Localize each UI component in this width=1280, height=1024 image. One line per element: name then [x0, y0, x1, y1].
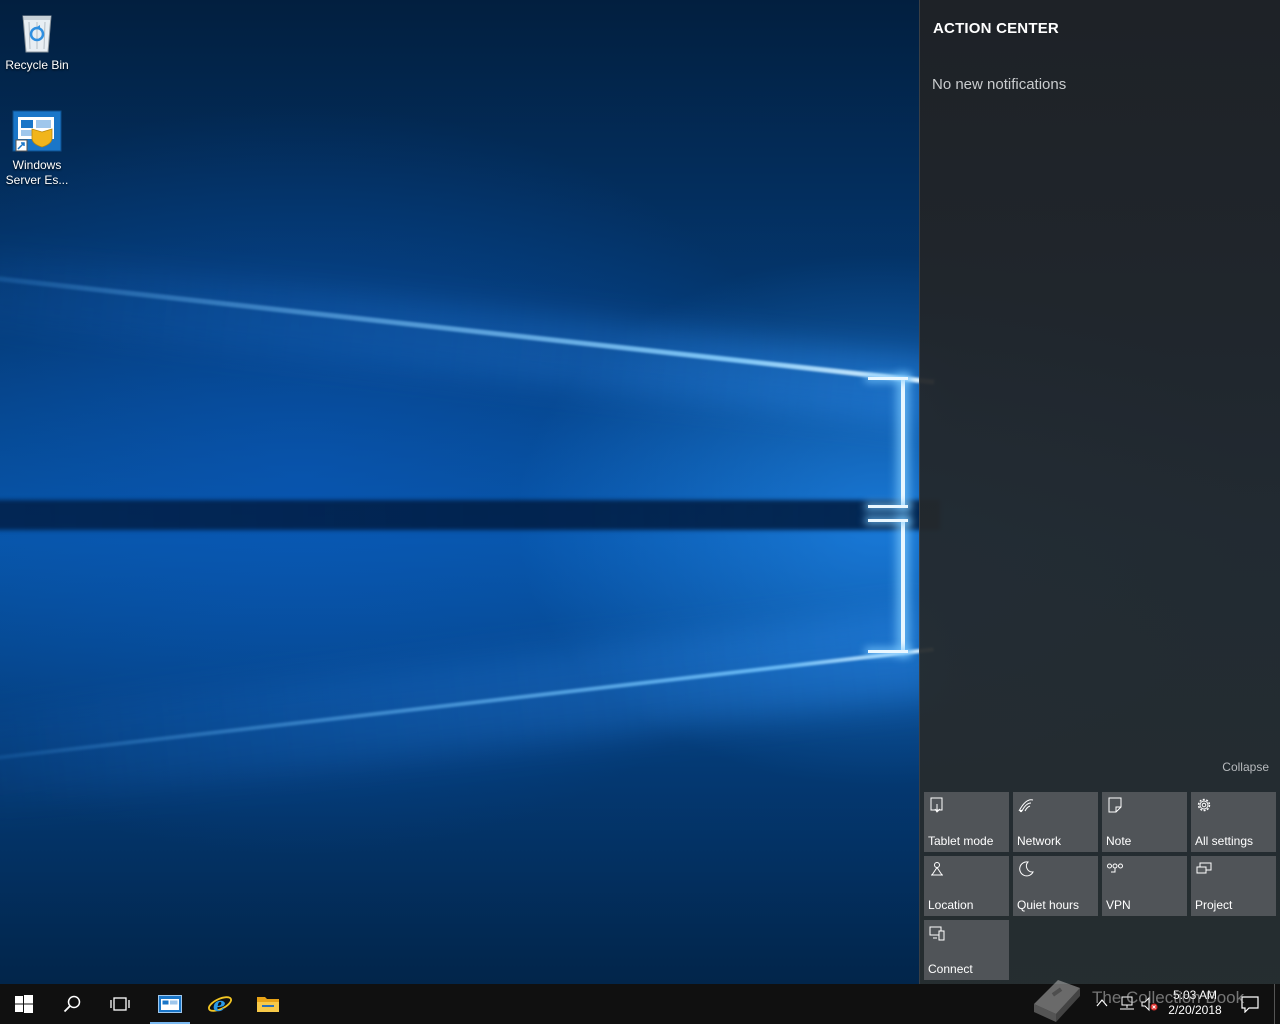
wallpaper-logo-cap	[868, 650, 908, 653]
quick-action-label: All settings	[1195, 834, 1254, 848]
taskbar-clock[interactable]: 5:03 AM 2/20/2018	[1160, 988, 1230, 1018]
internet-explorer-icon: e	[208, 992, 232, 1016]
quick-action-tablet-mode[interactable]: Tablet mode	[924, 792, 1009, 852]
desktop-icon-recycle-bin[interactable]: Recycle Bin	[0, 8, 74, 73]
wallpaper-logo-cap	[868, 505, 908, 508]
task-view-button[interactable]	[96, 984, 144, 1024]
tray-volume-button[interactable]	[1140, 996, 1158, 1017]
collapse-button[interactable]: Collapse	[1222, 760, 1269, 774]
tray-network-button[interactable]	[1118, 996, 1136, 1017]
wallpaper-light-glow-bottom	[0, 607, 939, 810]
vpn-icon	[1107, 863, 1123, 873]
server-dashboard-icon	[158, 995, 182, 1013]
action-center-title: ACTION CENTER	[933, 20, 1059, 37]
taskbar-internet-explorer[interactable]: e	[196, 984, 244, 1024]
clock-time: 5:03 AM	[1172, 988, 1218, 1002]
volume-muted-icon	[1141, 996, 1158, 1012]
quick-action-network[interactable]: Network	[1013, 792, 1098, 852]
moon-icon	[1019, 861, 1034, 877]
chevron-up-icon	[1096, 999, 1108, 1007]
quick-action-label: Network	[1017, 834, 1062, 848]
search-icon	[63, 995, 81, 1013]
quick-action-quiet-hours[interactable]: Quiet hours	[1013, 856, 1098, 916]
quick-action-connect[interactable]: Connect	[924, 920, 1009, 980]
network-icon	[1018, 799, 1034, 813]
svg-text:e: e	[213, 992, 226, 1016]
network-wired-icon	[1120, 996, 1134, 1010]
start-button[interactable]	[0, 984, 48, 1024]
wallpaper-light-glow-top	[0, 250, 938, 428]
start-icon	[15, 995, 33, 1013]
taskbar-server-dashboard[interactable]	[146, 984, 194, 1024]
search-button[interactable]	[48, 984, 96, 1024]
task-view-icon	[110, 997, 130, 1011]
quick-action-project[interactable]: Project	[1191, 856, 1276, 916]
notification-icon	[1241, 996, 1259, 1013]
action-center-button[interactable]	[1226, 984, 1274, 1024]
quick-action-label: Tablet mode	[928, 834, 994, 848]
desktop-icon-label: Windows Server Es...	[5, 158, 69, 187]
gear-icon	[1197, 798, 1211, 812]
desktop-icon-windows-server-essentials[interactable]: Windows Server Es...	[0, 110, 74, 188]
action-center-panel: ACTION CENTER No new notifications Colla…	[919, 0, 1280, 984]
taskbar: e 5:03 AM 2/20/2018	[0, 984, 1280, 1024]
clock-date: 2/20/2018	[1168, 1003, 1222, 1017]
quick-action-all-settings[interactable]: All settings	[1191, 792, 1276, 852]
wallpaper-logo-cap	[868, 377, 908, 380]
note-icon	[1108, 797, 1122, 813]
quick-action-label: Connect	[928, 962, 973, 976]
project-icon	[1196, 862, 1212, 874]
quick-action-label: VPN	[1106, 898, 1131, 912]
windows-server-essentials-icon	[12, 110, 62, 152]
wallpaper-logo-cap	[868, 519, 908, 522]
wallpaper-logo-edge-upper	[901, 378, 905, 506]
quick-action-location[interactable]: Location	[924, 856, 1009, 916]
show-desktop-button[interactable]	[1274, 984, 1280, 1024]
tray-show-hidden-button[interactable]	[1096, 996, 1108, 1015]
no-notifications-message: No new notifications	[932, 76, 1067, 93]
quick-action-label: Location	[928, 898, 974, 912]
location-icon	[931, 862, 943, 876]
recycle-bin-icon	[22, 15, 52, 53]
quick-action-label: Quiet hours	[1017, 898, 1080, 912]
taskbar-file-explorer[interactable]	[244, 984, 292, 1024]
file-explorer-icon	[257, 997, 279, 1012]
quick-action-label: Note	[1106, 834, 1132, 848]
tablet-mode-icon	[930, 797, 943, 813]
wallpaper-dark-band	[0, 500, 940, 530]
wallpaper-logo-edge-lower	[901, 520, 905, 652]
quick-action-label: Project	[1195, 898, 1233, 912]
quick-action-note[interactable]: Note	[1102, 792, 1187, 852]
connect-icon	[929, 926, 945, 941]
desktop-icon-label: Recycle Bin	[5, 58, 69, 72]
quick-action-vpn[interactable]: VPN	[1102, 856, 1187, 916]
